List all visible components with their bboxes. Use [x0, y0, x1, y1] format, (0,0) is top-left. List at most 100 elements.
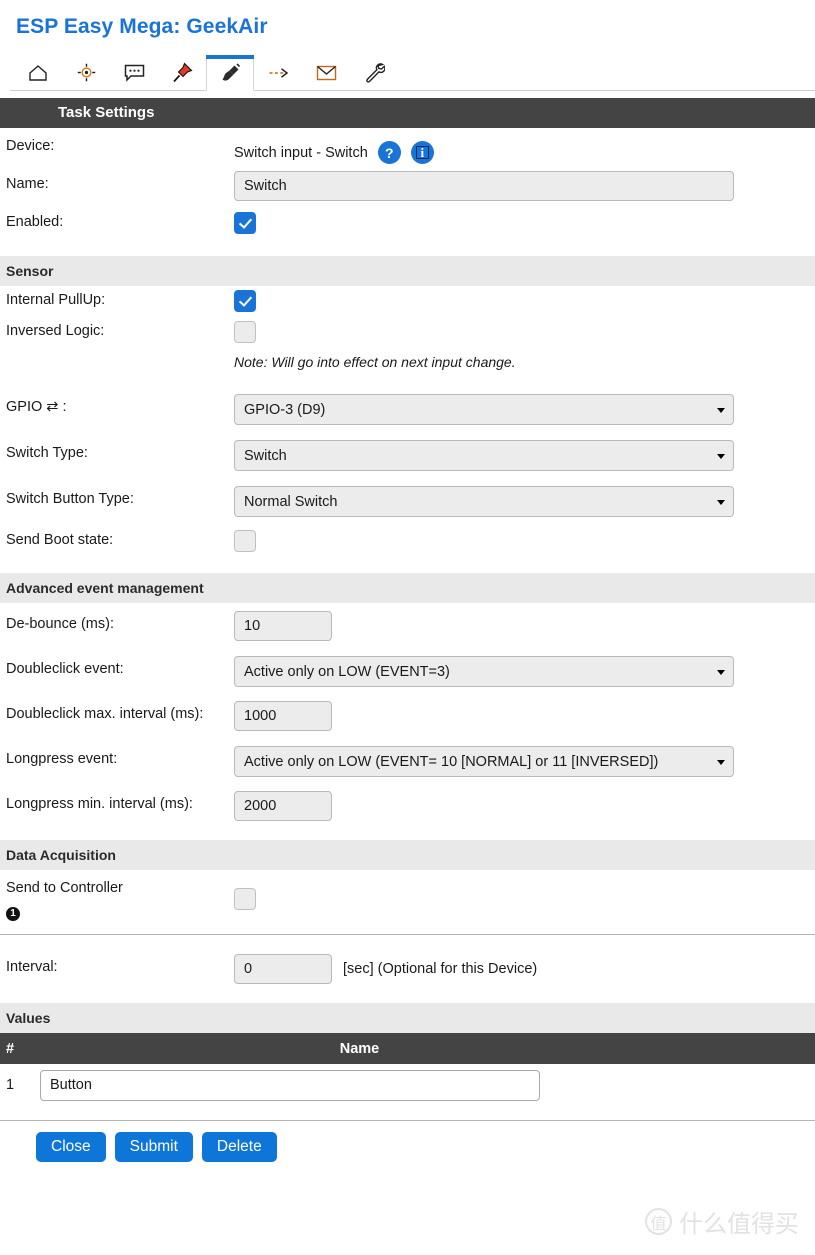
enabled-checkbox[interactable]: [234, 212, 256, 234]
plug-icon: [220, 62, 241, 84]
column-header-number: #: [6, 1040, 15, 1057]
gear-icon: [77, 63, 96, 82]
section-header-task-settings: Task Settings: [0, 98, 815, 128]
send-to-controller-label-wrap: Send to Controller 1: [6, 870, 234, 922]
value-name-input[interactable]: [40, 1069, 540, 1101]
nav-tab-controllers[interactable]: [110, 54, 158, 90]
row-switch-type: Switch Type: Switch: [0, 435, 815, 473]
values-table-header: # Name: [0, 1033, 815, 1064]
name-input[interactable]: [234, 171, 734, 201]
row-send-to-controller: Send to Controller 1: [0, 870, 815, 924]
task-settings-form: Device: Switch input - Switch ? i Name: …: [0, 128, 815, 242]
device-value: Switch input - Switch: [234, 144, 368, 161]
nav-tab-hardware[interactable]: [158, 54, 206, 90]
section-header-values: Values: [0, 1003, 815, 1033]
arrow-right-icon: [268, 65, 289, 81]
data-acquisition-form: Send to Controller 1 Interval: [sec] (Op…: [0, 870, 815, 987]
pin-icon: [172, 62, 193, 83]
info-icon[interactable]: i: [410, 141, 434, 164]
footer: Close Submit Delete: [0, 1120, 815, 1162]
switch-type-select[interactable]: Switch: [234, 440, 734, 471]
page-title: ESP Easy Mega: GeekAir: [16, 15, 268, 38]
nav-tab-config[interactable]: [62, 54, 110, 90]
watermark-text: 什么值得买: [679, 1210, 799, 1238]
internal-pullup-checkbox[interactable]: [234, 290, 256, 312]
row-interval: Interval: [sec] (Optional for this Devic…: [0, 949, 815, 987]
nav-tab-notifications[interactable]: [302, 54, 350, 90]
row-send-boot-state: Send Boot state:: [0, 526, 815, 557]
submit-button[interactable]: Submit: [114, 1132, 193, 1162]
interval-suffix: [sec] (Optional for this Device): [343, 961, 538, 977]
close-button[interactable]: Close: [36, 1132, 106, 1162]
home-icon: [28, 64, 48, 82]
column-header-name: Name: [339, 1040, 380, 1057]
send-boot-state-checkbox[interactable]: [234, 530, 256, 552]
device-label: Device:: [6, 138, 55, 154]
value-row-number: 1: [6, 1077, 15, 1093]
table-row: 1: [0, 1064, 815, 1106]
help-icon[interactable]: ?: [377, 141, 401, 164]
doubleclick-interval-input[interactable]: [234, 701, 332, 731]
page-header: ESP Easy Mega: GeekAir: [0, 0, 815, 40]
debounce-label: De-bounce (ms):: [6, 616, 114, 632]
switch-type-label: Switch Type:: [6, 445, 88, 461]
watermark: 值 什么值得买: [645, 1204, 799, 1239]
info-icon-letter: i: [415, 146, 429, 159]
doubleclick-event-select[interactable]: Active only on LOW (EVENT=3): [234, 656, 734, 687]
sensor-note-spacer: [6, 348, 234, 357]
send-to-controller-checkbox[interactable]: [234, 888, 256, 910]
nav-tab-tools[interactable]: [350, 54, 398, 90]
chat-icon: [124, 64, 145, 82]
nav-tabs: [10, 53, 815, 91]
sensor-note: Note: Will go into effect on next input …: [234, 354, 516, 370]
doubleclick-interval-label: Doubleclick max. interval (ms):: [6, 706, 204, 722]
switch-button-type-select[interactable]: Normal Switch: [234, 486, 734, 517]
row-enabled: Enabled:: [0, 204, 815, 242]
debounce-input[interactable]: [234, 611, 332, 641]
longpress-event-select[interactable]: Active only on LOW (EVENT= 10 [NORMAL] o…: [234, 746, 734, 777]
sensor-form: Internal PullUp: Inversed Logic: Note: W…: [0, 286, 815, 557]
doubleclick-event-label: Doubleclick event:: [6, 661, 124, 677]
section-header-advanced: Advanced event management: [0, 573, 815, 603]
internal-pullup-label: Internal PullUp:: [6, 292, 106, 308]
controller-index-badge: 1: [6, 907, 20, 921]
longpress-interval-input[interactable]: [234, 791, 332, 821]
inversed-logic-checkbox[interactable]: [234, 321, 256, 343]
row-longpress-interval: Longpress min. interval (ms):: [0, 786, 815, 824]
row-sensor-note: Note: Will go into effect on next input …: [0, 348, 815, 379]
row-gpio: GPIO ⇄ : GPIO-3 (D9): [0, 389, 815, 427]
inversed-logic-label: Inversed Logic:: [6, 323, 105, 339]
switch-button-type-label: Switch Button Type:: [6, 491, 134, 507]
value-row-name-cell: [40, 1069, 540, 1101]
row-device: Device: Switch input - Switch ? i: [0, 128, 815, 166]
longpress-interval-label: Longpress min. interval (ms):: [6, 796, 193, 812]
name-label: Name:: [6, 176, 49, 192]
footer-button-bar: Close Submit Delete: [0, 1121, 815, 1162]
gpio-select[interactable]: GPIO-3 (D9): [234, 394, 734, 425]
row-longpress-event: Longpress event: Active only on LOW (EVE…: [0, 741, 815, 779]
row-inversed-logic: Inversed Logic:: [0, 317, 815, 348]
envelope-icon: [316, 65, 337, 81]
nav-tab-devices[interactable]: [206, 55, 254, 91]
advanced-form: De-bounce (ms): Doubleclick event: Activ…: [0, 606, 815, 824]
section-header-sensor: Sensor: [0, 256, 815, 286]
interval-label: Interval:: [6, 959, 58, 975]
watermark-logo: 值: [645, 1208, 672, 1235]
row-name: Name:: [0, 166, 815, 204]
interval-input[interactable]: [234, 954, 332, 984]
nav-tab-main[interactable]: [14, 54, 62, 90]
row-doubleclick-event: Doubleclick event: Active only on LOW (E…: [0, 651, 815, 689]
delete-button[interactable]: Delete: [201, 1132, 277, 1162]
divider-data-acquisition: [0, 934, 815, 935]
send-boot-state-label: Send Boot state:: [6, 532, 114, 548]
wrench-icon: [364, 62, 385, 83]
row-internal-pullup: Internal PullUp:: [0, 286, 815, 317]
enabled-label: Enabled:: [6, 214, 64, 230]
row-doubleclick-interval: Doubleclick max. interval (ms):: [0, 696, 815, 734]
row-debounce: De-bounce (ms):: [0, 606, 815, 644]
nav-tab-rules[interactable]: [254, 54, 302, 90]
row-switch-button-type: Switch Button Type: Normal Switch: [0, 481, 815, 519]
section-header-data-acquisition: Data Acquisition: [0, 840, 815, 870]
longpress-event-label: Longpress event:: [6, 751, 118, 767]
gpio-label: GPIO ⇄ :: [6, 399, 67, 415]
